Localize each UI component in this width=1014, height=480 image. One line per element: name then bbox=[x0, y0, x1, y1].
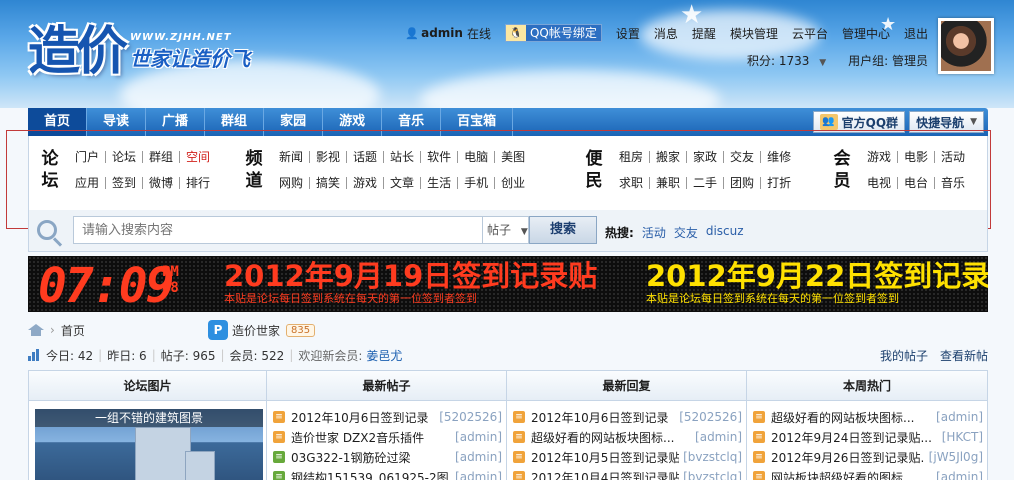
cloud-decoration bbox=[420, 70, 720, 108]
hot-search: 热搜: 活动 交友 discuz bbox=[605, 224, 744, 241]
list-item[interactable]: ≡ 2012年9月26日签到记录贴... [jW5Jl0g] bbox=[753, 447, 983, 467]
search-icon bbox=[37, 220, 57, 240]
settings-link[interactable]: 设置 bbox=[616, 25, 640, 42]
view-new-posts-link[interactable]: 查看新帖 bbox=[940, 347, 988, 364]
thread-icon: ≡ bbox=[753, 451, 765, 463]
stat-members: 会员: 522 bbox=[229, 348, 285, 363]
signin-banner[interactable]: 07:09 PM 48 2012年9月19日签到记录贴 本贴是论坛每日签到系统在每… bbox=[28, 256, 988, 312]
featured-picture[interactable]: 一组不错的建筑图景 bbox=[35, 409, 263, 480]
list-item[interactable]: ≡ 超级好看的网站板块图标... [admin] bbox=[753, 407, 983, 427]
site-count-badge: 835 bbox=[286, 323, 316, 337]
user-info: 积分: 1733 ▼ 用户组: 管理员 bbox=[747, 52, 928, 69]
points-dropdown[interactable]: 积分: 1733 ▼ bbox=[747, 52, 826, 69]
list-item[interactable]: ≡ 2012年9月24日签到记录贴... [HKCT] bbox=[753, 427, 983, 447]
site-p-icon: P bbox=[208, 320, 228, 340]
user-icon: 👤 bbox=[405, 27, 419, 40]
breadcrumb-separator: › bbox=[50, 323, 55, 337]
thread-icon: ≡ bbox=[753, 431, 765, 443]
new-member-link[interactable]: 姜邑尤 bbox=[366, 347, 402, 364]
chevron-down-icon: ▼ bbox=[520, 227, 528, 237]
admin-center-link[interactable]: 管理中心 bbox=[842, 25, 890, 42]
column-header: 论坛图片 bbox=[29, 371, 266, 401]
thread-icon: ≡ bbox=[513, 451, 525, 463]
chevron-down-icon: ▼ bbox=[970, 117, 977, 127]
qq-group-icon: 👥 bbox=[819, 114, 838, 130]
my-posts-link[interactable]: 我的帖子 bbox=[880, 347, 928, 364]
breadcrumb-home[interactable]: 首页 bbox=[61, 322, 85, 339]
list-item[interactable]: ≡ 03G322-1钢筋砼过梁 [admin] bbox=[273, 447, 502, 467]
column-header: 本周热门 bbox=[747, 371, 987, 401]
list-item[interactable]: ≡ 网站板块超级好看的图标... [admin] bbox=[753, 467, 983, 480]
logo-main-text: 造价 bbox=[28, 22, 128, 82]
list-item[interactable]: ≡ 造价世家 DZX2音乐插件 [admin] bbox=[273, 427, 502, 447]
site-name: 造价世家 bbox=[232, 323, 281, 338]
stat-yesterday: 昨日: 6 bbox=[107, 348, 147, 363]
hot-search-term[interactable]: discuz bbox=[706, 224, 744, 241]
qq-bind-button[interactable]: 🐧 QQ帐号绑定 bbox=[504, 24, 602, 42]
site-logo[interactable]: 造价 WWW.ZJHH.NET 世家让造价飞 bbox=[28, 26, 250, 78]
thread-icon: ≡ bbox=[513, 471, 525, 480]
thread-icon: ≡ bbox=[273, 431, 285, 443]
thread-icon: ≡ bbox=[753, 471, 765, 480]
clock-ampm: PM 48 bbox=[162, 264, 179, 296]
hot-search-label: 热搜: bbox=[605, 226, 634, 240]
logo-url: WWW.ZJHH.NET bbox=[130, 32, 232, 43]
signin-record-left[interactable]: 2012年9月19日签到记录贴 本贴是论坛每日签到系统在每天的第一位签到者签到 bbox=[224, 260, 597, 306]
breadcrumb: › 首页 P 造价世家 835 bbox=[28, 318, 988, 342]
cloud-platform-link[interactable]: 云平台 bbox=[792, 25, 828, 42]
logout-link[interactable]: 退出 bbox=[904, 25, 928, 42]
chevron-down-icon: ▼ bbox=[819, 58, 827, 68]
search-bar: 帖子 ▼ 搜索 热搜: 活动 交友 discuz bbox=[28, 210, 988, 252]
picture-caption: 一组不错的建筑图景 bbox=[35, 409, 263, 427]
thread-icon: ≡ bbox=[513, 431, 525, 443]
site-badge[interactable]: P 造价世家 835 bbox=[208, 320, 316, 340]
signin-record-right[interactable]: 2012年9月22日签到记录 本贴是论坛每日签到系统在每天的第一位签到者签到 bbox=[646, 260, 988, 306]
building-shape bbox=[185, 451, 215, 480]
logo-slogan: 世家让造价飞 bbox=[130, 47, 251, 71]
user-group: 用户组: 管理员 bbox=[848, 54, 928, 68]
hot-search-term[interactable]: 活动 bbox=[642, 224, 666, 241]
column-header: 最新回复 bbox=[507, 371, 746, 401]
list-item[interactable]: ≡ 2012年10月5日签到记录贴 [bvzstclq] bbox=[513, 447, 742, 467]
list-item[interactable]: ≡ 超级好看的网站板块图标... [admin] bbox=[513, 427, 742, 447]
search-input[interactable] bbox=[73, 216, 483, 244]
list-item[interactable]: ≡ 2012年10月6日签到记录 [5202526] bbox=[513, 407, 742, 427]
qq-penguin-icon: 🐧 bbox=[505, 25, 526, 41]
forum-pictures-column: 论坛图片 一组不错的建筑图景 bbox=[29, 371, 267, 480]
hot-search-term[interactable]: 交友 bbox=[674, 224, 698, 241]
attachment-icon: ≡ bbox=[273, 451, 285, 463]
led-clock: 07:09 bbox=[38, 258, 174, 312]
user-toolbar: 👤 admin 在线 🐧 QQ帐号绑定 设置 消息 提醒 模块管理 云平台 管理… bbox=[405, 24, 928, 42]
stats-chart-icon bbox=[28, 349, 42, 361]
building-shape bbox=[135, 427, 191, 480]
list-item[interactable]: ≡ 2012年10月6日签到记录 [5202526] bbox=[273, 407, 502, 427]
avatar[interactable] bbox=[938, 18, 994, 74]
thread-icon: ≡ bbox=[273, 411, 285, 423]
thread-icon: ≡ bbox=[753, 411, 765, 423]
latest-replies-column: 最新回复 ≡ 2012年10月6日签到记录 [5202526] ≡ 超级好看的网站板块… bbox=[507, 371, 747, 480]
forum-stats: 今日: 42 | 昨日: 6 | 帖子: 965 | 会员: 522 | 欢迎新… bbox=[28, 345, 988, 365]
stat-today: 今日: 42 bbox=[46, 348, 94, 363]
welcome-label: 欢迎新会员: bbox=[298, 348, 363, 363]
search-button[interactable]: 搜索 bbox=[529, 216, 597, 244]
latest-threads-column: 最新帖子 ≡ 2012年10月6日签到记录 [5202526] ≡ 造价世家 DZX2… bbox=[267, 371, 507, 480]
thread-icon: ≡ bbox=[513, 411, 525, 423]
search-scope-select[interactable]: 帖子 ▼ bbox=[483, 216, 529, 244]
online-status: 在线 bbox=[466, 26, 491, 41]
column-header: 最新帖子 bbox=[267, 371, 506, 401]
list-item[interactable]: ≡ 钢结构151539_061925-2图... [admin] bbox=[273, 467, 502, 480]
content-columns: 论坛图片 一组不错的建筑图景 最新帖子 ≡ 2012年10月6日签到记录 [5202… bbox=[28, 370, 988, 480]
notifications-link[interactable]: 提醒 bbox=[692, 25, 716, 42]
stat-posts: 帖子: 965 bbox=[160, 348, 216, 363]
attachment-icon: ≡ bbox=[273, 471, 285, 480]
username-link[interactable]: admin bbox=[421, 26, 463, 40]
weekly-hot-column: 本周热门 ≡ 超级好看的网站板块图标... [admin] ≡ 2012年9月24日签… bbox=[747, 371, 987, 480]
list-item[interactable]: ≡ 2012年10月4日签到记录贴... [bvzstclq] bbox=[513, 467, 742, 480]
module-manage-link[interactable]: 模块管理 bbox=[730, 25, 778, 42]
site-header: ★ ★ 造价 WWW.ZJHH.NET 世家让造价飞 👤 admin 在线 🐧 … bbox=[0, 0, 1014, 108]
messages-link[interactable]: 消息 bbox=[654, 25, 678, 42]
home-icon[interactable] bbox=[28, 324, 44, 336]
